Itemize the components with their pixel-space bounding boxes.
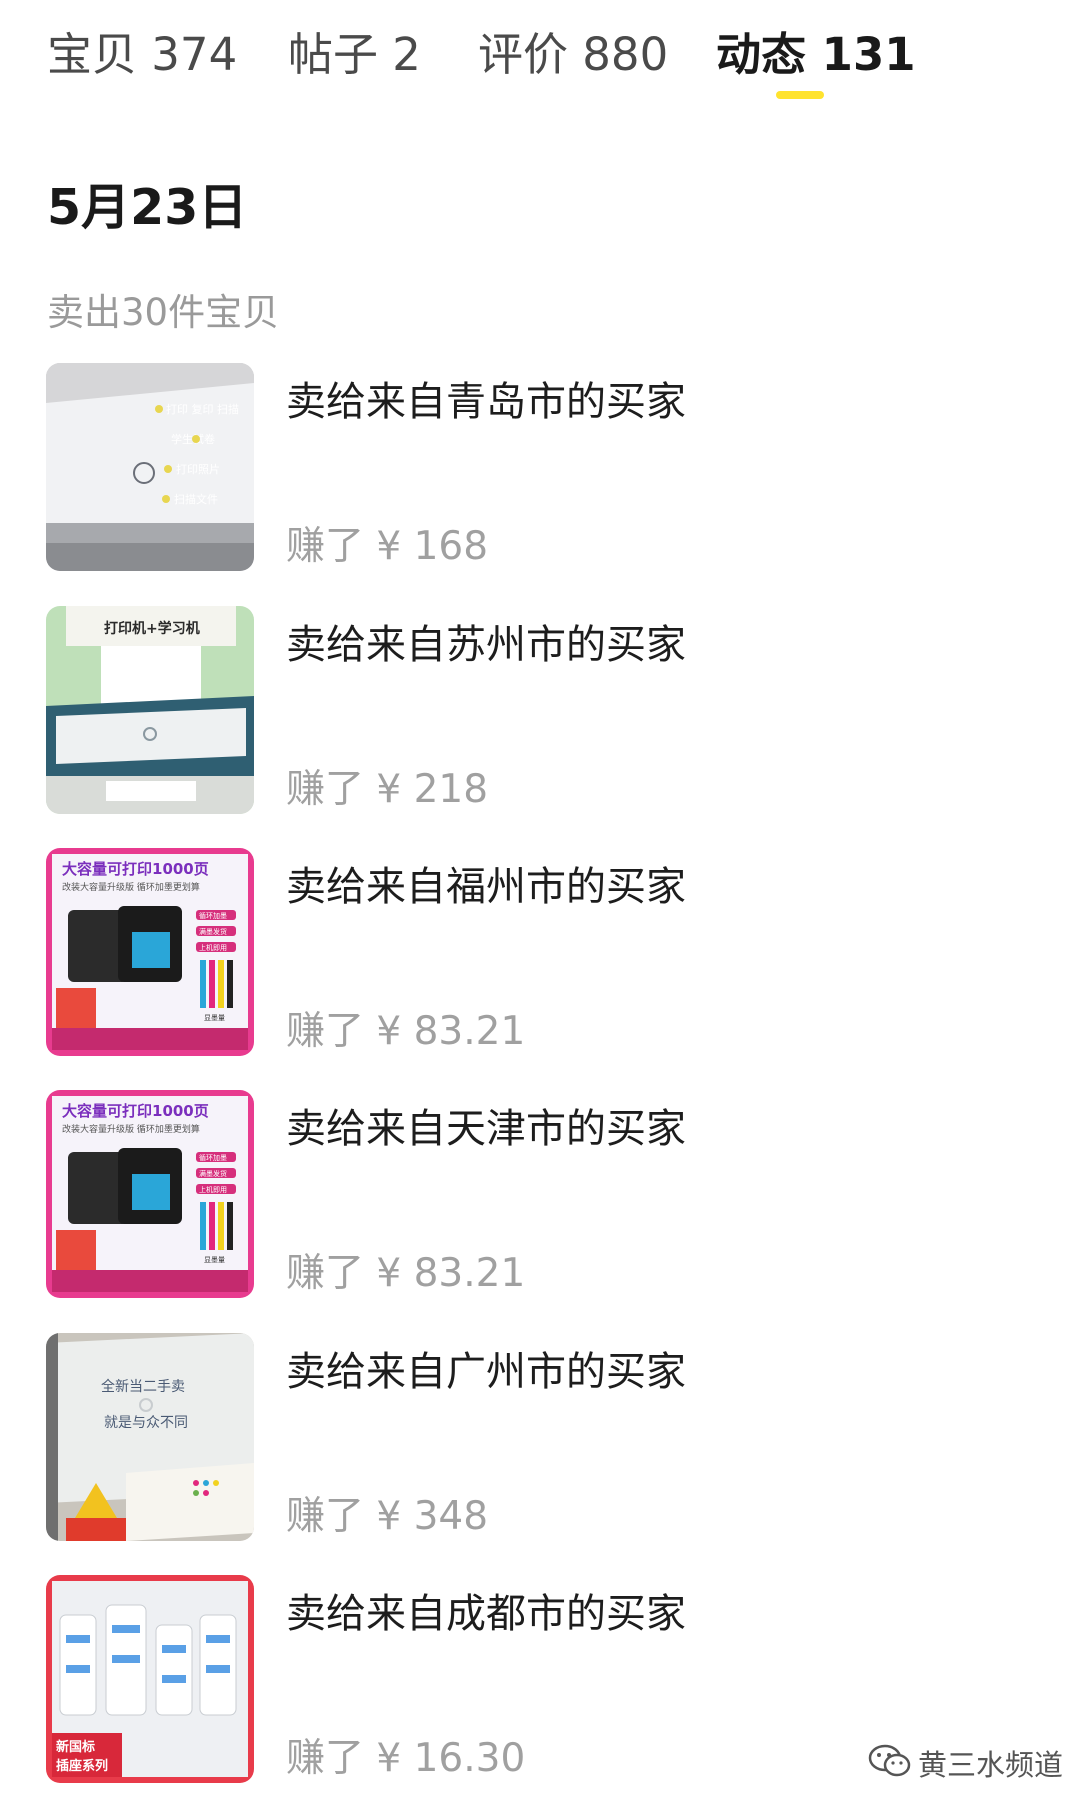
thumb-caption: 满墨发货 [199, 1169, 227, 1178]
tab-reviews[interactable]: 评价 880 [478, 18, 668, 83]
channel-watermark: 黄三水频道 [868, 1740, 1063, 1786]
thumb-caption: 插座系列 [56, 1758, 108, 1774]
product-thumbnail: 打印机+学习机 [46, 606, 254, 814]
earned-amount: 赚了 ¥ 16.30 [286, 1736, 526, 1781]
wechat-icon [868, 1744, 912, 1782]
buyer-location: 卖给来自广州市的买家 [286, 1349, 686, 1395]
earned-amount: 赚了 ¥ 218 [286, 767, 489, 812]
buyer-location: 卖给来自苏州市的买家 [286, 622, 686, 668]
product-thumbnail: 大容量可打印1000页 改装大容量升级版 循环加墨更划算 循环加墨 满墨发货 上… [46, 848, 254, 1056]
earned-amount: 赚了 ¥ 83.21 [286, 1009, 526, 1054]
tab-posts[interactable]: 帖子 2 [288, 18, 421, 83]
tab-bar: 宝贝 374 帖子 2 评价 880 动态 131 [0, 0, 1080, 110]
product-thumbnail: 大容量可打印1000页 改装大容量升级版 循环加墨更划算 循环加墨 满墨发货 上… [46, 1090, 254, 1298]
thumb-caption: 循环加墨 [199, 911, 227, 920]
thumb-caption: 打印机+学习机 [104, 620, 200, 637]
thumb-caption: 显墨量 [204, 1256, 225, 1264]
thumb-caption: 循环加墨 [199, 1153, 227, 1162]
tab-items[interactable]: 宝贝 374 [47, 18, 237, 83]
thumb-caption: 改装大容量升级版 循环加墨更划算 [62, 1123, 200, 1135]
buyer-location: 卖给来自福州市的买家 [286, 864, 686, 910]
sale-item[interactable]: 打印机+学习机 卖给来自苏州市的买家 赚了 ¥ 218 [46, 606, 1026, 814]
thumb-caption: 改装大容量升级版 循环加墨更划算 [62, 881, 200, 893]
sale-item[interactable]: 全新当二手卖 就是与众不同 卖给来自广州市的买家 赚了 ¥ 348 [46, 1333, 1026, 1541]
thumb-caption: 打印 复印 扫描 [166, 402, 239, 416]
sold-summary: 卖出30件宝贝 [47, 291, 280, 334]
thumb-caption: 显墨量 [204, 1014, 225, 1022]
thumb-caption: 全新当二手卖 [101, 1378, 185, 1395]
product-thumbnail: 全新当二手卖 就是与众不同 [46, 1333, 254, 1541]
active-tab-indicator [776, 91, 824, 99]
thumb-caption: 就是与众不同 [104, 1415, 188, 1431]
thumb-caption: 上机即用 [199, 943, 227, 952]
thumb-caption: 上机即用 [199, 1185, 227, 1194]
thumb-caption: 扫描文件 [174, 492, 218, 506]
sale-item[interactable]: 打印 复印 扫描 学生试卷 打印照片 扫描文件 卖给来自青岛市的买家 赚了 ¥ … [46, 363, 1026, 571]
tab-activity[interactable]: 动态 131 [716, 18, 916, 83]
sale-item[interactable]: 大容量可打印1000页 改装大容量升级版 循环加墨更划算 循环加墨 满墨发货 上… [46, 848, 1026, 1056]
watermark-text: 黄三水频道 [918, 1748, 1064, 1782]
product-thumbnail: 打印 复印 扫描 学生试卷 打印照片 扫描文件 [46, 363, 254, 571]
earned-amount: 赚了 ¥ 168 [286, 524, 489, 569]
product-thumbnail: 新国标 插座系列 [46, 1575, 254, 1783]
earned-amount: 赚了 ¥ 348 [286, 1494, 489, 1539]
earned-amount: 赚了 ¥ 83.21 [286, 1251, 526, 1296]
thumb-caption: 打印照片 [176, 462, 220, 476]
buyer-location: 卖给来自天津市的买家 [286, 1106, 686, 1152]
section-date: 5月23日 [47, 179, 248, 236]
sale-item[interactable]: 大容量可打印1000页 改装大容量升级版 循环加墨更划算 循环加墨 满墨发货 上… [46, 1090, 1026, 1298]
thumb-caption: 满墨发货 [199, 927, 227, 936]
buyer-location: 卖给来自成都市的买家 [286, 1591, 686, 1637]
buyer-location: 卖给来自青岛市的买家 [286, 379, 686, 425]
thumb-caption: 大容量可打印1000页 [62, 1102, 209, 1120]
thumb-caption: 大容量可打印1000页 [62, 860, 209, 878]
thumb-caption: 新国标 [56, 1739, 95, 1755]
